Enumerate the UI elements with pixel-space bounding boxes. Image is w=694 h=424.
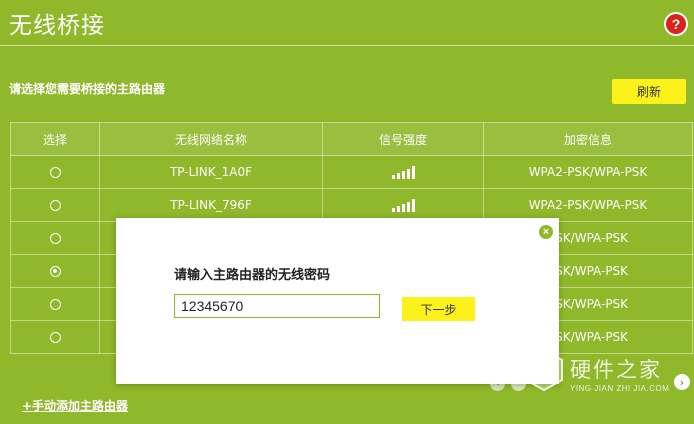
row-security: WPA2-PSK/WPA-PSK xyxy=(483,188,693,222)
password-label: 请输入主路由器的无线密码 xyxy=(174,268,331,283)
table-row[interactable]: TP-LINK_1A0F WPA2-PSK/WPA-PSK xyxy=(10,155,693,189)
add-router-manually-link[interactable]: +手动添加主路由器 xyxy=(22,397,128,414)
radio-button[interactable] xyxy=(49,332,61,343)
radio-button[interactable] xyxy=(49,266,61,277)
watermark-text: 硬件之家 xyxy=(570,358,662,382)
row-select-cell[interactable] xyxy=(10,188,100,222)
page-next-icon[interactable]: › xyxy=(674,374,690,390)
page-title: 无线桥接 xyxy=(9,13,105,39)
row-select-cell[interactable] xyxy=(10,254,100,288)
column-header-select: 选择 xyxy=(10,122,100,156)
column-header-security: 加密信息 xyxy=(483,122,693,156)
watermark-subtext: YING JIAN ZHI JIA.COM xyxy=(570,384,670,393)
row-select-cell[interactable] xyxy=(10,155,100,189)
password-input[interactable] xyxy=(174,294,380,318)
row-select-cell[interactable] xyxy=(10,221,100,255)
password-dialog: × 请输入主路由器的无线密码 下一步 xyxy=(116,218,559,384)
radio-button[interactable] xyxy=(49,167,61,178)
row-ssid: TP-LINK_796F xyxy=(99,188,323,222)
watermark: 硬件之家 YING JIAN ZHI JIA.COM xyxy=(524,348,669,396)
signal-strength-icon xyxy=(391,199,415,212)
row-signal xyxy=(322,188,484,222)
hexagon-logo-icon xyxy=(525,348,563,392)
close-icon[interactable]: × xyxy=(539,225,553,239)
row-security: WPA2-PSK/WPA-PSK xyxy=(483,155,693,189)
table-row[interactable]: TP-LINK_796F WPA2-PSK/WPA-PSK xyxy=(10,188,693,222)
title-divider xyxy=(0,45,694,46)
signal-strength-icon xyxy=(391,166,415,179)
column-header-ssid: 无线网络名称 xyxy=(99,122,323,156)
row-select-cell[interactable] xyxy=(10,320,100,354)
help-icon[interactable]: ? xyxy=(666,14,686,34)
column-header-signal: 信号强度 xyxy=(322,122,484,156)
radio-button[interactable] xyxy=(49,299,61,310)
radio-button[interactable] xyxy=(49,233,61,244)
row-select-cell[interactable] xyxy=(10,287,100,321)
select-router-prompt: 请选择您需要桥接的主路由器 xyxy=(9,82,166,96)
row-signal xyxy=(322,155,484,189)
row-ssid: TP-LINK_1A0F xyxy=(99,155,323,189)
next-step-button[interactable]: 下一步 xyxy=(402,297,475,321)
refresh-button[interactable]: 刷新 xyxy=(612,79,686,104)
radio-button[interactable] xyxy=(49,200,61,211)
